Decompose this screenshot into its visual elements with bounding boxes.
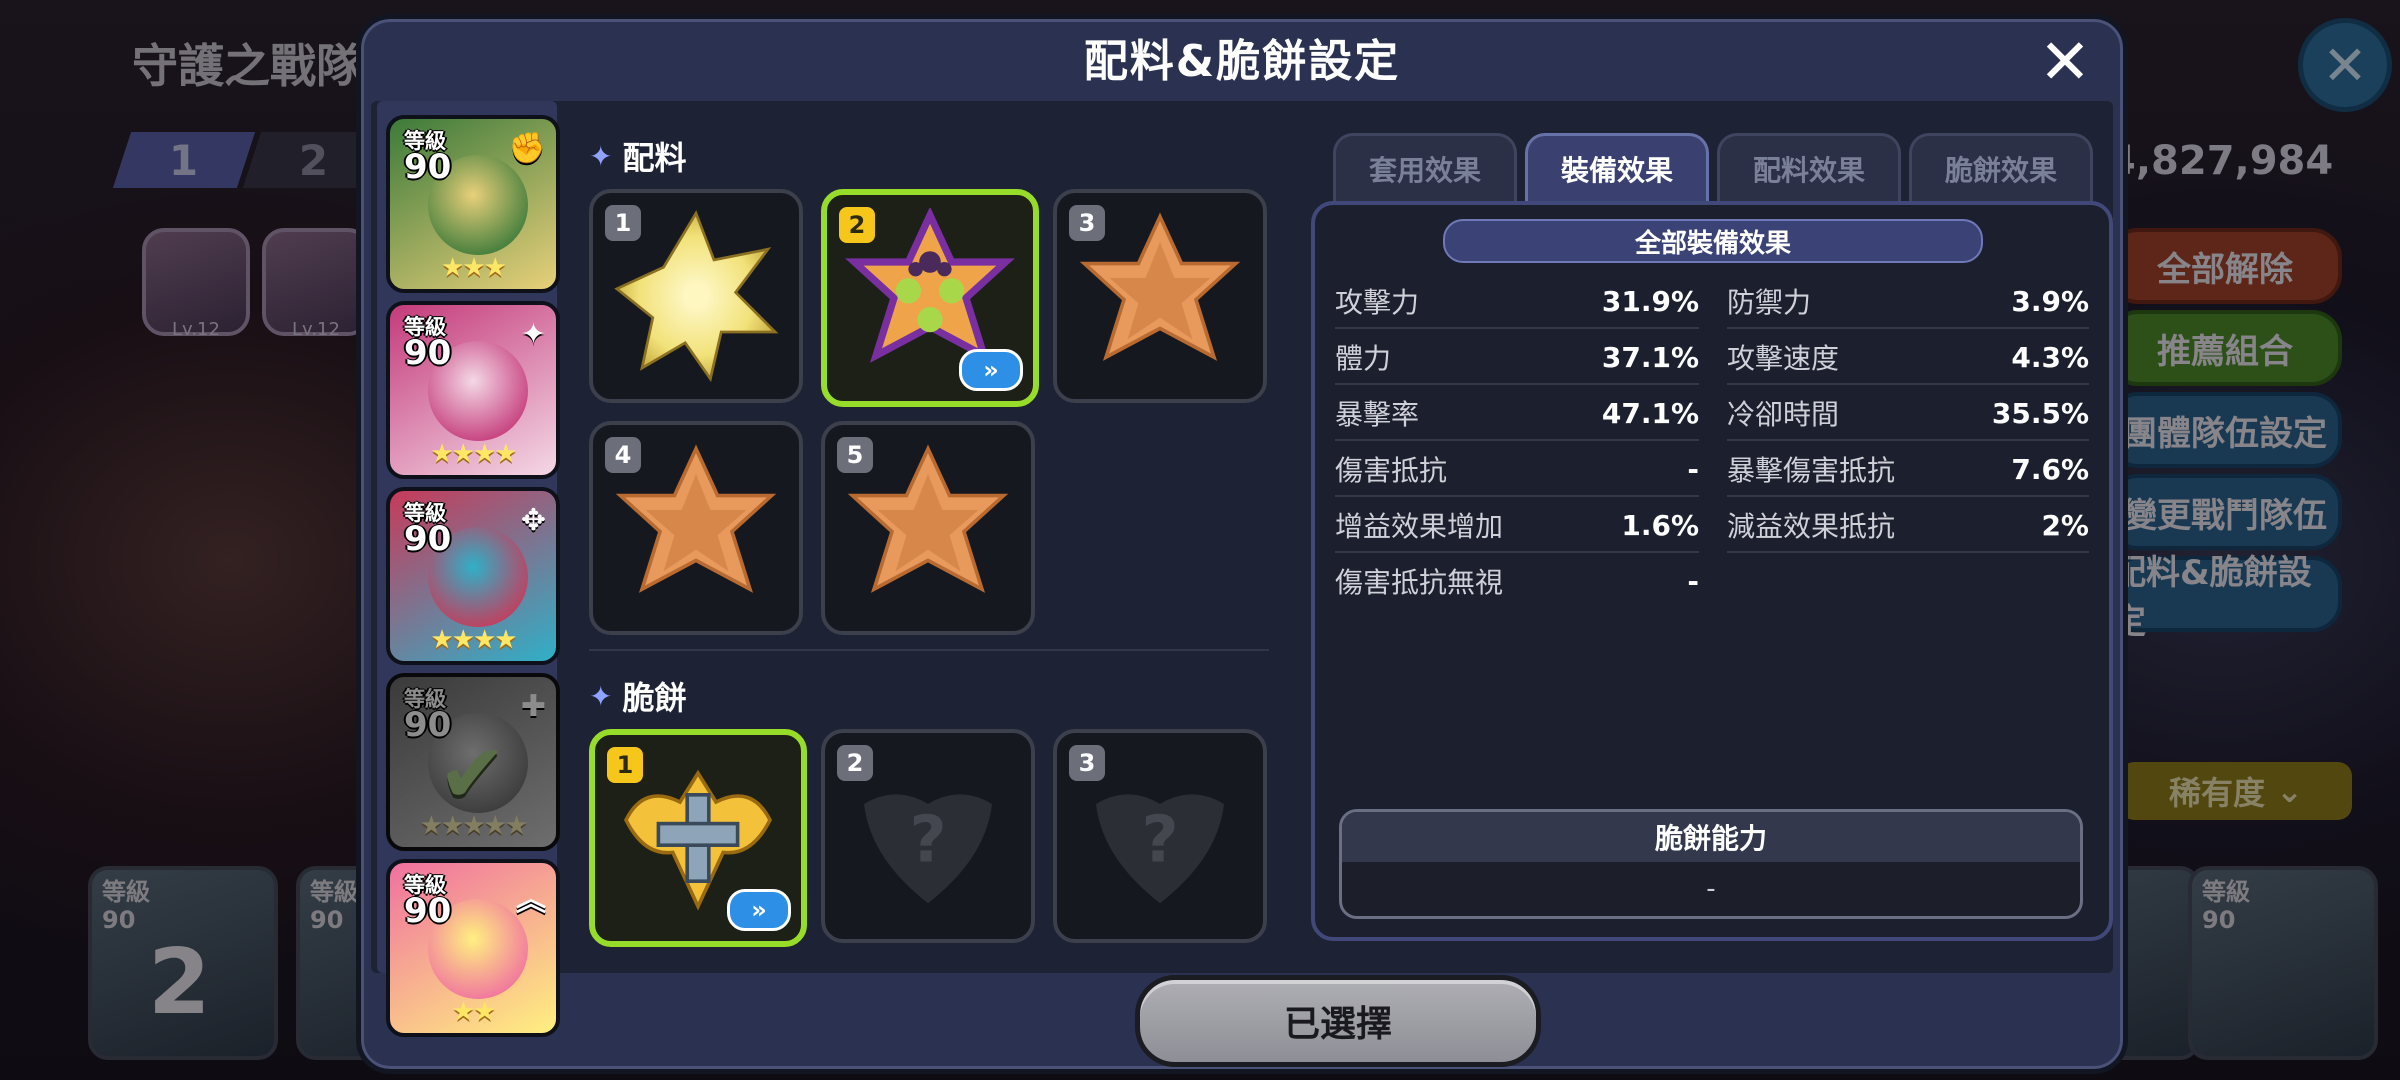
biscuits-section-title: ✦ 脆餅 <box>589 679 687 717</box>
checkmark-icon: ✔ <box>438 727 507 822</box>
character-list: ✊ 等級 90 ★★★ ✦ 等級 90 ★★★★ ✥ 等級 90 ★★★★ ✚ … <box>377 101 560 1037</box>
double-chevron-right-icon[interactable]: » <box>959 349 1023 391</box>
character-card[interactable]: ✚ 等級 90 ★★★★★ ✔ <box>386 673 560 851</box>
stat-row: 攻擊力 31.9% <box>1335 275 1699 329</box>
selected-button[interactable]: 已選擇 <box>1135 975 1541 1067</box>
plus-icon: ✚ <box>520 689 546 724</box>
double-chevron-right-icon[interactable]: » <box>727 889 791 931</box>
star-rating: ★★★ <box>441 253 507 283</box>
biscuit-slot[interactable]: ? 3 <box>1053 729 1267 943</box>
biscuit-ability-value: - <box>1706 874 1716 904</box>
stat-row: 暴擊傷害抵抗 7.6% <box>1727 443 2089 497</box>
biscuit-ability-box: 脆餅能力 - <box>1339 809 2083 919</box>
svg-text:?: ? <box>1141 804 1178 878</box>
stat-row: 暴擊率 47.1% <box>1335 387 1699 441</box>
topping-slot[interactable]: 4 <box>589 421 803 635</box>
section-divider <box>589 649 1269 651</box>
character-card[interactable]: ✦ 等級 90 ★★★★ <box>386 301 560 479</box>
topping-slot[interactable]: 5 <box>821 421 1035 635</box>
stat-row: 攻擊速度 4.3% <box>1727 331 2089 385</box>
chevron-up-icon: ︽ <box>516 883 546 918</box>
star-rating: ★★★★ <box>430 625 517 655</box>
character-card[interactable]: ︽ 等級 90 ★★ <box>386 859 560 1037</box>
bomb-icon: ✦ <box>520 317 546 352</box>
modal-title: 配料&脆餅設定 <box>1083 36 1401 87</box>
sparkle-icon: ✦ <box>589 139 613 173</box>
topping-slot[interactable]: 3 <box>1053 189 1267 403</box>
topping-slot[interactable]: 2 » <box>821 189 1039 407</box>
biscuit-ability-title: 脆餅能力 <box>1342 812 2080 862</box>
fist-icon: ✊ <box>508 131 546 166</box>
character-card[interactable]: ✥ 等級 90 ★★★★ <box>386 487 560 665</box>
sparkle-icon: ✦ <box>589 679 613 713</box>
stat-row: 體力 37.1% <box>1335 331 1699 385</box>
star-rating: ★★ <box>451 997 497 1027</box>
tab-equip-effect[interactable]: 裝備效果 <box>1525 133 1709 202</box>
stats-panel: 全部裝備效果 攻擊力 31.9% 體力 37.1% 暴擊率 47.1% 傷害抵抗 - 增… <box>1311 201 2113 941</box>
modal-body: ✊ 等級 90 ★★★ ✦ 等級 90 ★★★★ ✥ 等級 90 ★★★★ ✚ … <box>371 101 2113 1037</box>
biscuit-slot[interactable]: ? 2 <box>821 729 1035 943</box>
topping-slot[interactable]: 1 <box>589 189 803 403</box>
topping-biscuit-modal: 配料&脆餅設定 ✕ ✊ 等級 90 ★★★ ✦ 等級 90 ★★★★ ✥ 等級 <box>356 14 2128 1074</box>
arrows-icon: ✥ <box>520 503 546 538</box>
stat-row: 傷害抵抗無視 - <box>1335 564 1699 600</box>
stat-row: 減益效果抵抗 2% <box>1727 499 2089 553</box>
stats-header: 全部裝備效果 <box>1443 219 1983 263</box>
close-icon[interactable]: ✕ <box>2035 25 2095 98</box>
stat-row: 冷卻時間 35.5% <box>1727 387 2089 441</box>
tab-biscuit-effect[interactable]: 脆餅效果 <box>1909 133 2093 202</box>
stat-row: 增益效果增加 1.6% <box>1335 499 1699 553</box>
svg-text:?: ? <box>909 804 946 878</box>
stat-row: 傷害抵抗 - <box>1335 443 1699 497</box>
effect-tabs: 套用效果 裝備效果 配料效果 脆餅效果 <box>1333 133 2093 202</box>
tab-topping-effect[interactable]: 配料效果 <box>1717 133 1901 202</box>
toppings-section-title: ✦ 配料 <box>589 139 687 177</box>
stat-row: 防禦力 3.9% <box>1727 275 2089 329</box>
character-card[interactable]: ✊ 等級 90 ★★★ <box>386 115 560 293</box>
tab-set-effect[interactable]: 套用效果 <box>1333 133 1517 202</box>
biscuit-slot[interactable]: 1 » <box>589 729 807 947</box>
star-rating: ★★★★ <box>430 439 517 469</box>
